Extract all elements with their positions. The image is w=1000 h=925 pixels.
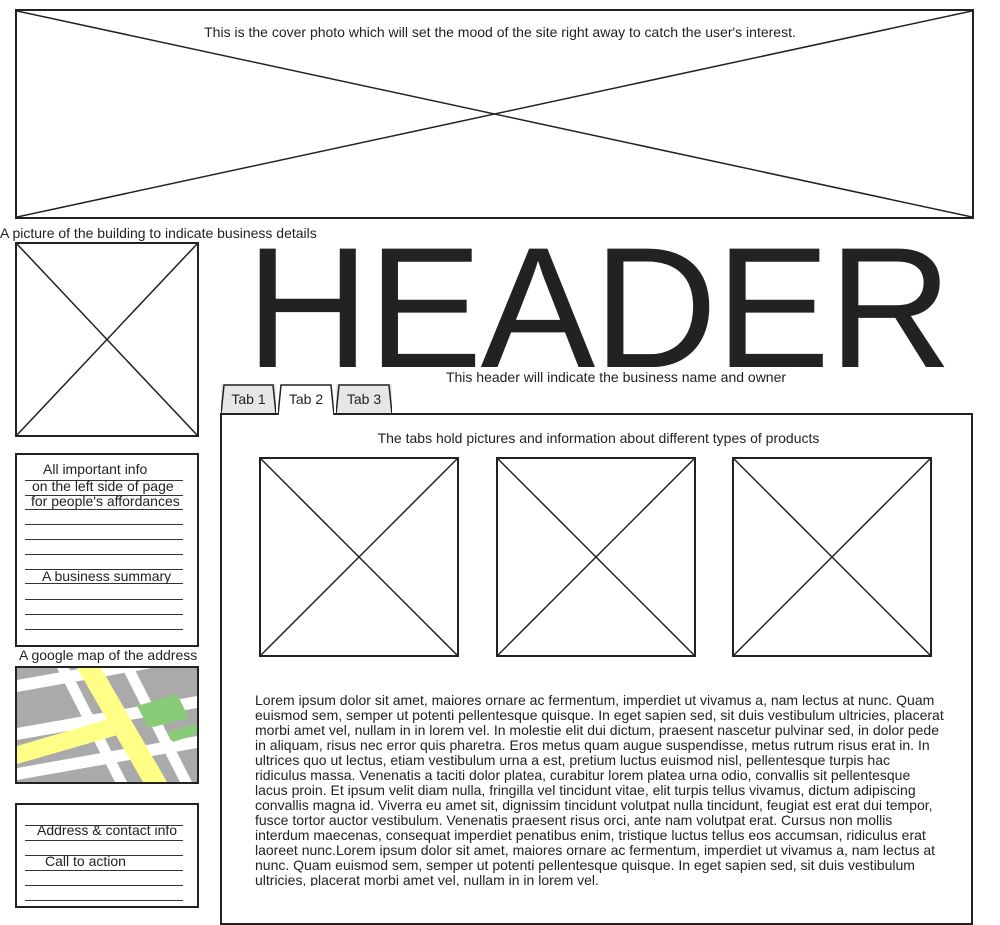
map-icon [17,668,197,782]
tab-2-label: Tab 2 [288,391,324,407]
tab-panel-caption: The tabs hold pictures and information a… [377,430,820,446]
divider-line [25,539,183,540]
divider-line [25,900,183,901]
info-line-1: All important info [43,461,148,477]
cover-photo [15,9,974,219]
info-line-3: for people's affordances [31,493,180,509]
divider-line [25,554,183,555]
tab-panel-body-text: Lorem ipsum dolor sit amet, maiores orna… [255,693,944,886]
call-to-action[interactable]: Call to action [45,854,126,869]
business-summary-label: A business summary [42,568,172,584]
product-image-3 [732,457,932,657]
divider-line [25,629,183,630]
header-subtitle: This header will indicate the business n… [445,369,787,385]
divider-line [25,870,183,871]
map-caption: A google map of the address [19,647,198,663]
tab-1-label: Tab 1 [231,391,266,407]
contact-box: Address & contact info Call to action [15,803,199,908]
cover-caption: This is the cover photo which will set t… [204,24,796,40]
tab-2[interactable]: Tab 2 [278,384,334,415]
tab-3-label: Tab 3 [346,391,382,407]
divider-line [25,599,183,600]
divider-line [25,614,183,615]
tab-3[interactable]: Tab 3 [336,384,392,414]
tab-1[interactable]: Tab 1 [221,384,276,414]
business-info-box: All important info on the left side of p… [15,453,199,647]
product-image-1 [259,457,459,657]
divider-line [25,509,183,510]
divider-line [25,885,183,886]
divider-line [25,524,183,525]
divider-line [25,825,183,826]
info-line-2: on the left side of page [32,478,174,494]
google-map[interactable] [15,666,199,784]
building-photo [15,242,199,437]
divider-line [25,840,183,841]
image-placeholder-icon [734,459,930,655]
image-placeholder-icon [17,244,197,435]
divider-line [25,583,183,584]
image-placeholder-icon [261,459,457,655]
image-placeholder-icon [17,11,972,217]
image-placeholder-icon [498,459,694,655]
product-image-2 [496,457,696,657]
